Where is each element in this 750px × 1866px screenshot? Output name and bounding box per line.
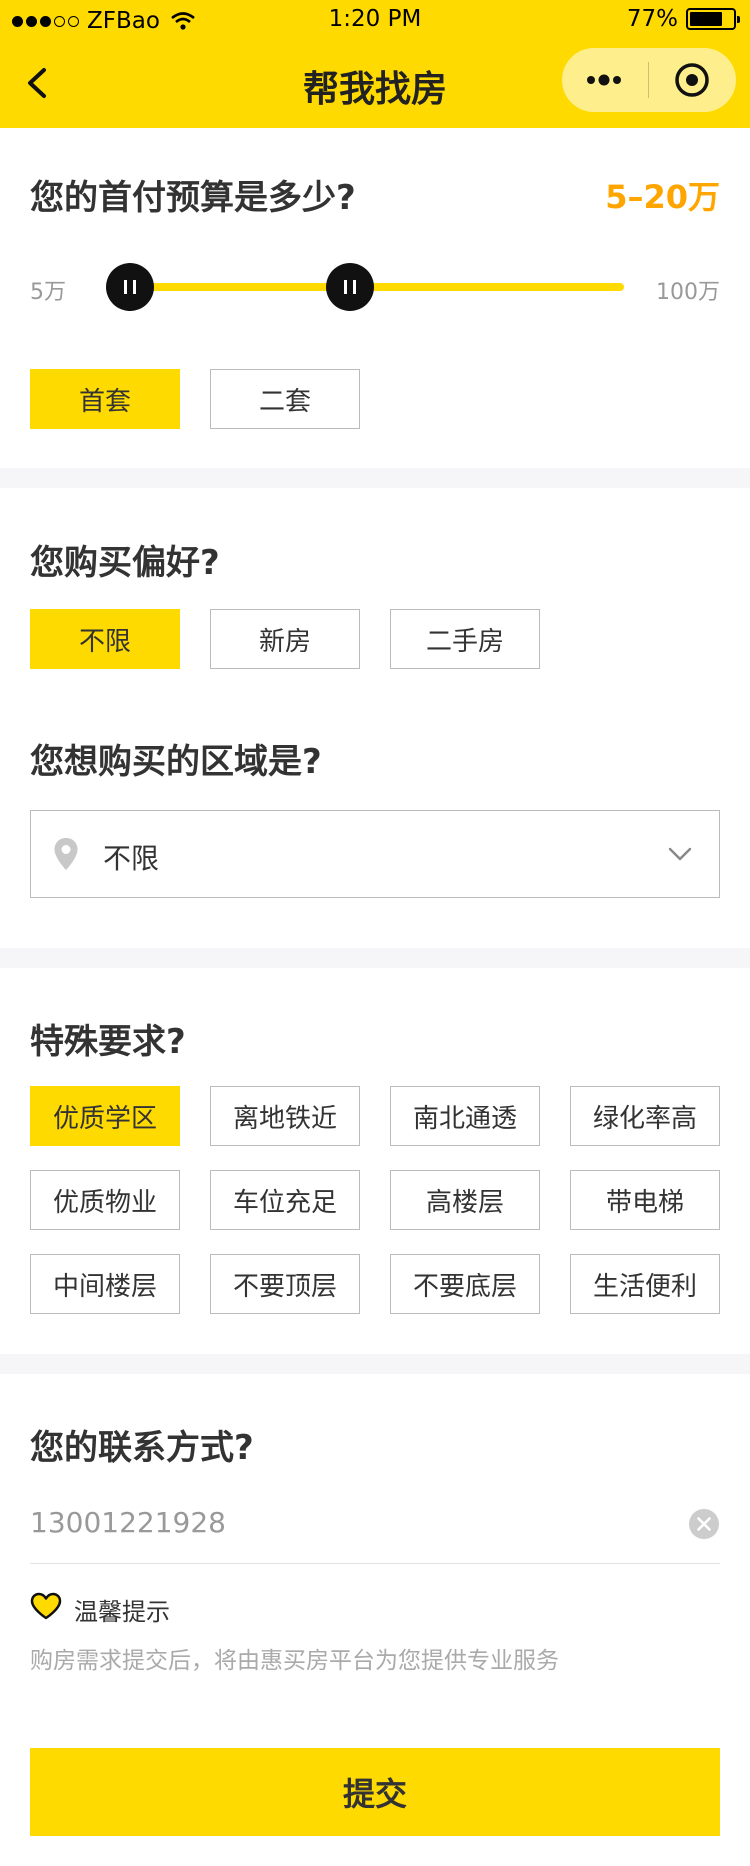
input-underline [30,1563,720,1564]
option-no-bottom-floor[interactable]: 不要底层 [390,1254,540,1314]
battery-level [690,12,723,26]
tip-text: 购房需求提交后，将由惠买房平台为您提供专业服务 [30,1648,559,1674]
option-second-hand[interactable]: 二手房 [390,609,540,669]
nav-bar: 帮我找房 [0,40,750,128]
tip-title: 温馨提示 [74,1598,170,1626]
slider-handle-high[interactable] [326,263,374,311]
budget-value: 5–20万 [605,178,720,216]
chevron-down-icon [668,847,692,861]
top-bar: ZFBao 1:20 PM 77% 帮我找房 [0,0,750,128]
slider-min-label: 5万 [30,280,66,305]
option-near-subway[interactable]: 离地铁近 [210,1086,360,1146]
region-value: 不限 [103,842,160,875]
section-divider [0,468,750,488]
option-high-greenery[interactable]: 绿化率高 [570,1086,720,1146]
option-first-home[interactable]: 首套 [30,369,180,429]
section-divider [0,1354,750,1374]
option-north-south[interactable]: 南北通透 [390,1086,540,1146]
budget-slider-track[interactable] [130,283,624,291]
slider-handle-low[interactable] [106,263,154,311]
battery-percent: 77% [626,6,678,32]
battery-status: 77% [626,6,740,32]
close-target-icon[interactable] [668,56,716,104]
status-bar: ZFBao 1:20 PM 77% [0,0,750,40]
mini-program-capsule [562,48,736,112]
clear-input-icon[interactable] [688,1508,720,1540]
location-pin-icon [54,838,78,870]
option-new-house[interactable]: 新房 [210,609,360,669]
section-divider [0,948,750,968]
option-good-school[interactable]: 优质学区 [30,1086,180,1146]
battery-icon [686,8,740,30]
option-second-home[interactable]: 二套 [210,369,360,429]
more-icon[interactable] [580,56,628,104]
phone-input[interactable]: 13001221928 [30,1506,226,1539]
contact-question: 您的联系方式? [30,1428,254,1468]
option-middle-floor[interactable]: 中间楼层 [30,1254,180,1314]
special-question: 特殊要求? [30,1022,186,1062]
heart-icon [30,1592,62,1620]
option-high-floor[interactable]: 高楼层 [390,1170,540,1230]
capsule-divider [648,62,649,98]
option-ample-parking[interactable]: 车位充足 [210,1170,360,1230]
option-unlimited[interactable]: 不限 [30,609,180,669]
submit-button[interactable]: 提交 [30,1748,720,1836]
preference-question: 您购买偏好? [30,543,220,583]
region-question: 您想购买的区域是? [30,742,322,782]
budget-question: 您的首付预算是多少? [30,178,356,218]
slider-max-label: 100万 [656,280,720,305]
region-select[interactable]: 不限 [30,810,720,898]
option-good-property-mgmt[interactable]: 优质物业 [30,1170,180,1230]
option-convenient-living[interactable]: 生活便利 [570,1254,720,1314]
option-elevator[interactable]: 带电梯 [570,1170,720,1230]
option-no-top-floor[interactable]: 不要顶层 [210,1254,360,1314]
